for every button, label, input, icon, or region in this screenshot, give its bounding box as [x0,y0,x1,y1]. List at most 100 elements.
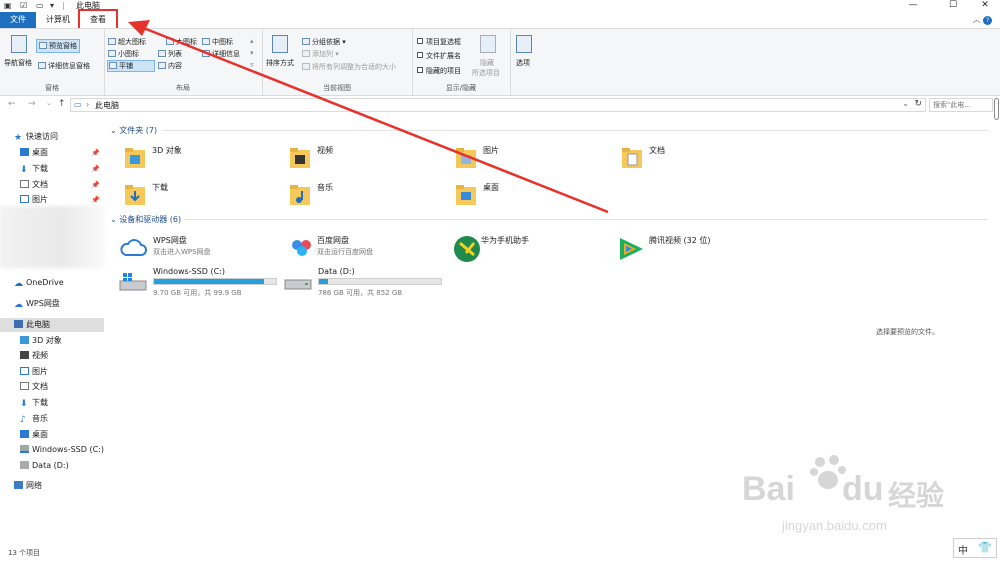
layout-tiles[interactable]: 平铺 [107,60,155,72]
layout-scroll-up-icon[interactable]: ▴ [250,37,254,45]
group-current-view: 排序方式 分组依据 ▾ 添加列 ▾ 将所有列调整为合适的大小 当前视图 [262,29,413,95]
layout-scroll-down-icon[interactable]: ▾ [250,49,254,57]
folder-item-pictures[interactable]: 图片 [451,141,616,175]
nav-pc-downloads[interactable]: ⬇ 下载 [20,396,124,410]
nav-wps[interactable]: ☁ WPS网盘 [14,297,118,311]
options-button[interactable]: 选项 [516,58,530,68]
nav-qa-desktop[interactable]: 桌面 📌 [20,146,104,160]
breadcrumb-chevron-icon[interactable]: › [86,100,89,109]
layout-content[interactable]: 内容 [158,61,182,71]
address-dropdown-icon[interactable]: ⌄ [902,99,909,108]
layout-expand-icon[interactable]: ▿ [250,61,254,69]
search-input[interactable]: 搜索"此电... [929,98,993,112]
folder-item-music[interactable]: 音乐 [285,178,450,212]
ime-mode-label[interactable]: 中 [958,542,968,557]
nav-qa-documents[interactable]: 文档 📌 [20,178,104,192]
device-item-baidu[interactable]: 百度网盘 双击运行百度网盘 [285,231,450,265]
nav-pc-videos[interactable]: 视频 [20,349,124,363]
folder-item-desktop[interactable]: 桌面 [451,178,616,212]
recent-locations-icon[interactable]: ⌄ [46,99,52,107]
scrollbar-thumb[interactable] [994,98,999,120]
new-folder-quick-icon[interactable]: ▭ [36,1,44,10]
item-checkboxes-toggle[interactable]: 项目复选框 [417,37,461,47]
nav-this-pc[interactable]: 此电脑 [0,318,104,332]
computer-icon [14,320,23,328]
pin-icon[interactable]: 📌 [91,178,100,192]
nav-pc-music[interactable]: ♪ 音乐 [20,412,124,426]
pin-icon[interactable]: 📌 [91,193,100,207]
up-icon[interactable]: ↑ [58,99,66,109]
folder-label: 下载 [152,183,168,192]
breadcrumb-chevron-icon[interactable]: › [116,100,119,109]
nav-pc-documents[interactable]: 文档 [20,380,124,394]
layout-extra-large[interactable]: 超大图标 [108,37,146,47]
nav-pc-drive-d[interactable]: Data (D:) [20,459,124,473]
ime-indicator[interactable]: 中 👕 [953,538,997,558]
minimize-button[interactable]: — [900,0,926,12]
vertical-scrollbar[interactable] [993,96,1000,544]
network-icon [14,481,23,489]
nav-network[interactable]: 网络 [14,479,118,493]
device-item-wps[interactable]: WPS网盘 双击进入WPS网盘 [116,231,281,265]
section-devices-header[interactable]: ⌄ 设备和驱动器 (6) [110,214,181,225]
nav-qa-pictures[interactable]: 图片 📌 [20,193,104,207]
details-pane-button[interactable]: 详细信息窗格 [38,61,90,71]
checkbox-icon [417,52,423,58]
file-extensions-label: 文件扩展名 [426,52,461,60]
nav-quick-access-label: 快速访问 [26,132,58,141]
extra-large-icons-icon [108,38,116,45]
hide-selected-label[interactable]: 隐藏 [480,58,494,68]
group-by-button[interactable]: 分组依据 ▾ [302,37,346,47]
layout-large[interactable]: 大图标 [166,37,197,47]
nav-pc-drive-c[interactable]: Windows-SSD (C:) [20,443,124,457]
drive-item-d[interactable]: Data (D:) 786 GB 可用，共 852 GB [281,263,446,297]
nav-qa-downloads[interactable]: ⬇ 下载 📌 [20,162,104,176]
back-icon[interactable]: ← [8,99,16,109]
forward-icon[interactable]: → [28,99,36,109]
folder-item-videos[interactable]: 视频 [285,141,450,175]
add-columns-button[interactable]: 添加列 ▾ [302,49,339,59]
hide-selected-label-2[interactable]: 所选项目 [472,68,500,78]
layout-list[interactable]: 列表 [158,49,182,59]
file-extensions-toggle[interactable]: 文件扩展名 [417,51,461,61]
layout-details[interactable]: 详细信息 [202,49,240,59]
drive-usage-bar [318,278,442,285]
nav-pc-desktop[interactable]: 桌面 [20,428,124,442]
folder-item-documents[interactable]: 文档 [617,141,782,175]
pin-icon[interactable]: 📌 [91,162,100,176]
tab-file[interactable]: 文件 [0,12,36,28]
nav-pc-3d[interactable]: 3D 对象 [20,334,124,348]
section-folders-header[interactable]: ⌄ 文件夹 (7) [110,125,157,136]
nav-quick-access[interactable]: ★ 快速访问 [14,130,118,144]
address-field[interactable]: ▭ › 此电脑 › ⌄ ↻ [70,98,926,112]
navigation-pane-button[interactable]: 导航窗格 [4,58,32,68]
tab-computer[interactable]: 计算机 [42,12,74,28]
layout-small[interactable]: 小图标 [108,49,139,59]
customize-quick-access-icon[interactable]: ▾ [50,1,54,10]
refresh-icon[interactable]: ↻ [914,99,922,109]
nav-pc-3d-label: 3D 对象 [32,336,62,345]
help-icon[interactable]: ? [983,16,992,25]
hidden-items-toggle[interactable]: 隐藏的项目 [417,66,461,76]
sort-by-button[interactable]: 排序方式 [266,58,294,68]
layout-medium[interactable]: 中图标 [202,37,233,47]
preview-pane-button[interactable]: 预览窗格 [36,39,80,53]
pin-icon[interactable]: 📌 [91,146,100,160]
nav-pc-pictures[interactable]: 图片 [20,365,124,379]
drive-item-c[interactable]: Windows-SSD (C:) 9.70 GB 可用，共 99.9 GB [116,263,281,297]
drive-usage-fill [319,279,329,284]
device-item-tencent-video[interactable]: 腾讯视频 (32 位) [613,231,778,265]
shirt-icon[interactable]: 👕 [978,541,992,554]
drive-usage-bar [153,278,277,285]
ribbon-collapse-and-help[interactable]: ︿ ? [972,14,992,25]
close-button[interactable]: ✕ [972,0,998,12]
maximize-button[interactable]: ☐ [940,0,966,12]
size-all-columns-button[interactable]: 将所有列调整为合适的大小 [302,62,396,72]
properties-quick-icon[interactable]: ☑ [20,1,27,10]
group-by-icon [302,38,310,45]
details-icon [202,50,210,57]
device-item-huawei[interactable]: 华为手机助手 [449,231,614,265]
folder-item-downloads[interactable]: 下载 [120,178,285,212]
folder-item-3d[interactable]: 3D 对象 [120,141,285,175]
nav-onedrive[interactable]: ☁ OneDrive [14,276,118,290]
